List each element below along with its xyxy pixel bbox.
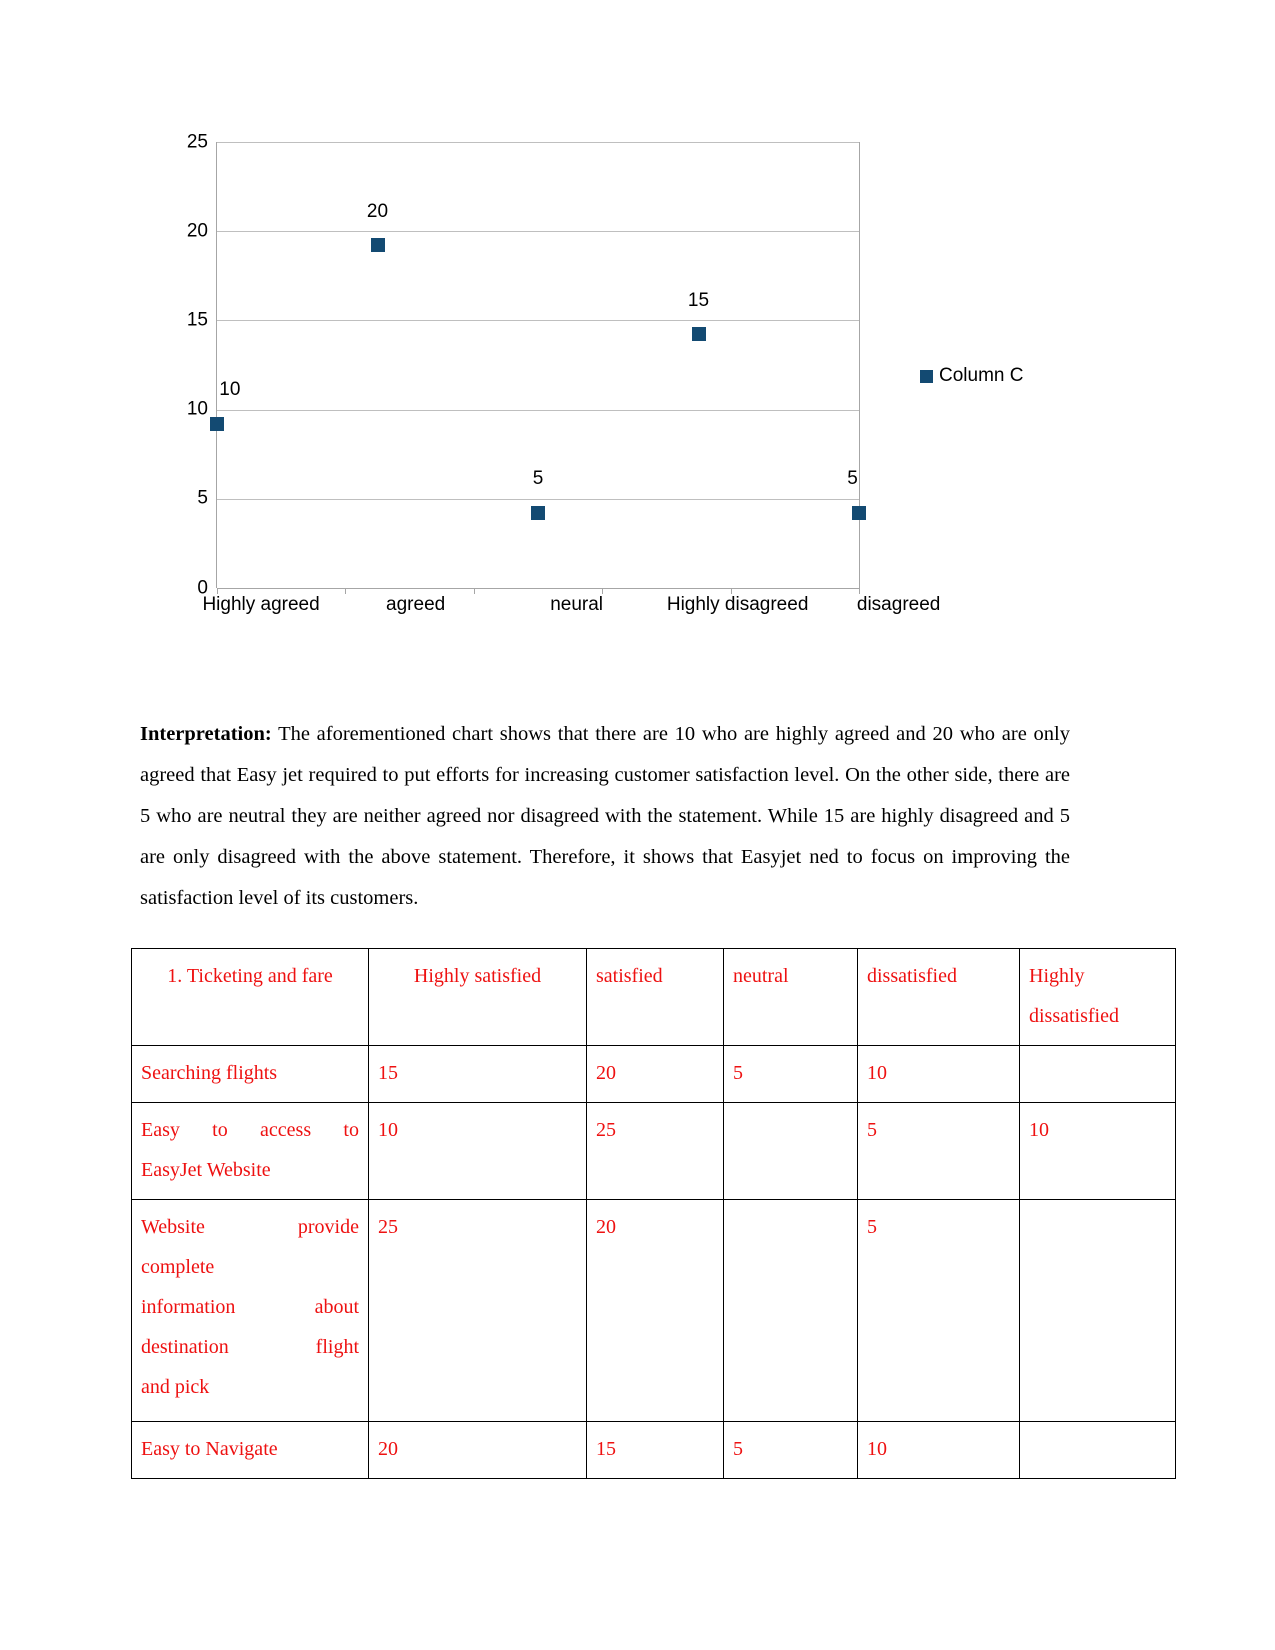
table-header-row: 1. Ticketing and fare Highly satisfied s… <box>131 948 1176 1046</box>
data-point-agreed <box>370 238 385 253</box>
cell-website-provide-neutral <box>723 1199 858 1422</box>
x-category-disagreed: disagreed <box>856 594 941 615</box>
data-label-neural: 5 <box>532 468 544 489</box>
x-axis-line <box>217 588 859 589</box>
row-label-easy-to-access-website: Easy to access to EasyJet Website <box>131 1102 369 1200</box>
cell-website-provide-highly-dissatisfied <box>1019 1199 1176 1422</box>
table-row: Easy to access to EasyJet Website 10 25 … <box>131 1102 1176 1200</box>
table-row: Easy to Navigate 20 15 5 10 <box>131 1421 1176 1479</box>
table-header-dissatisfied: dissatisfied <box>857 948 1020 1046</box>
cell-easy-navigate-dissatisfied: 10 <box>857 1421 1020 1479</box>
row-label-line-1: Easy to access to <box>141 1119 359 1141</box>
table-header-highly-satisfied: Highly satisfied <box>368 948 587 1046</box>
cell-website-provide-satisfied: 20 <box>586 1199 724 1422</box>
table-row: Searching flights 15 20 5 10 <box>131 1045 1176 1103</box>
x-category-highly-agreed: Highly agreed <box>202 594 320 615</box>
y-tick-15: 15 <box>186 309 208 331</box>
gridline-25 <box>217 142 859 143</box>
data-point-neural <box>531 505 545 520</box>
interpretation-body: The aforementioned chart shows that ther… <box>140 722 1070 909</box>
cell-easy-navigate-highly-satisfied: 20 <box>368 1421 587 1479</box>
row-label-line-2: complete <box>141 1256 215 1278</box>
row-label-line-1: Website provide <box>141 1216 359 1238</box>
data-point-disagreed <box>852 505 866 520</box>
data-label-highly-agreed: 10 <box>219 379 241 400</box>
y-axis-tick-labels: 0 5 10 15 20 25 <box>130 110 216 598</box>
x-category-highly-disagreed: Highly disagreed <box>666 594 809 615</box>
row-label-line-3: information about <box>141 1296 359 1318</box>
gridline-5 <box>217 498 859 500</box>
data-label-highly-disagreed: 15 <box>687 290 710 311</box>
table-row: Website provide complete information abo… <box>131 1199 1176 1422</box>
cell-website-provide-dissatisfied: 5 <box>857 1199 1020 1422</box>
cell-easy-access-neutral <box>723 1102 858 1200</box>
cell-searching-flights-satisfied: 20 <box>586 1045 724 1103</box>
cell-easy-access-highly-satisfied: 10 <box>368 1102 587 1200</box>
table-header-number: 1. <box>167 965 183 987</box>
table-header-satisfied: satisfied <box>586 948 724 1046</box>
row-label-searching-flights: Searching flights <box>131 1045 369 1103</box>
cell-searching-flights-dissatisfied: 10 <box>857 1045 1020 1103</box>
table-header-first-cell: 1. Ticketing and fare <box>131 948 369 1046</box>
cell-easy-navigate-neutral: 5 <box>723 1421 858 1479</box>
legend-entry-label: Column C <box>939 365 1024 386</box>
cell-easy-navigate-highly-dissatisfied <box>1019 1421 1176 1479</box>
survey-chart: 0 5 10 15 20 25 10 20 5 15 5 Highly agre… <box>130 110 1090 640</box>
row-label-line-4: destination flight <box>141 1336 359 1358</box>
data-point-highly-disagreed <box>691 327 706 342</box>
cell-searching-flights-neutral: 5 <box>723 1045 858 1103</box>
data-point-highly-agreed <box>210 416 224 431</box>
interpretation-label: Interpretation: <box>140 722 272 745</box>
x-axis-tick-labels: Highly agreed agreed neural Highly disag… <box>202 594 940 624</box>
interpretation-paragraph: Interpretation: The aforementioned chart… <box>140 714 1070 919</box>
y-tick-5: 5 <box>197 487 208 509</box>
row-label-website-provide-complete-info: Website provide complete information abo… <box>131 1199 369 1422</box>
chart-legend: Column C <box>920 365 1023 387</box>
cell-website-provide-highly-satisfied: 25 <box>368 1199 587 1422</box>
y-tick-25: 25 <box>186 131 208 153</box>
gridline-15 <box>217 320 859 322</box>
cell-easy-access-highly-dissatisfied: 10 <box>1019 1102 1176 1200</box>
data-label-agreed: 20 <box>366 201 389 222</box>
cell-easy-navigate-satisfied: 15 <box>586 1421 724 1479</box>
gridline-20 <box>217 231 859 233</box>
chart-plot-area: 10 20 5 15 5 <box>210 142 866 594</box>
y-tick-20: 20 <box>186 220 208 242</box>
legend-swatch-icon <box>920 369 933 383</box>
x-category-neural: neural <box>550 594 604 615</box>
cell-easy-access-dissatisfied: 5 <box>857 1102 1020 1200</box>
x-category-agreed: agreed <box>386 594 446 615</box>
cell-searching-flights-highly-satisfied: 15 <box>368 1045 587 1103</box>
table-header-neutral: neutral <box>723 948 858 1046</box>
satisfaction-table: 1. Ticketing and fare Highly satisfied s… <box>131 948 1176 1479</box>
row-label-line-5: and pick <box>141 1376 210 1398</box>
row-label-easy-to-navigate: Easy to Navigate <box>131 1421 369 1479</box>
row-label-line-2: EasyJet Website <box>141 1159 271 1181</box>
chart-plot-wrapper: 0 5 10 15 20 25 10 20 5 15 5 Highly agre… <box>130 110 940 640</box>
data-label-disagreed: 5 <box>847 468 858 489</box>
table-header-first-label: Ticketing and fare <box>186 965 333 987</box>
cell-searching-flights-highly-dissatisfied <box>1019 1045 1176 1103</box>
y-tick-10: 10 <box>186 398 208 420</box>
table-header-highly-dissatisfied: Highly dissatisfied <box>1019 948 1176 1046</box>
gridline-10 <box>217 409 859 411</box>
cell-easy-access-satisfied: 25 <box>586 1102 724 1200</box>
